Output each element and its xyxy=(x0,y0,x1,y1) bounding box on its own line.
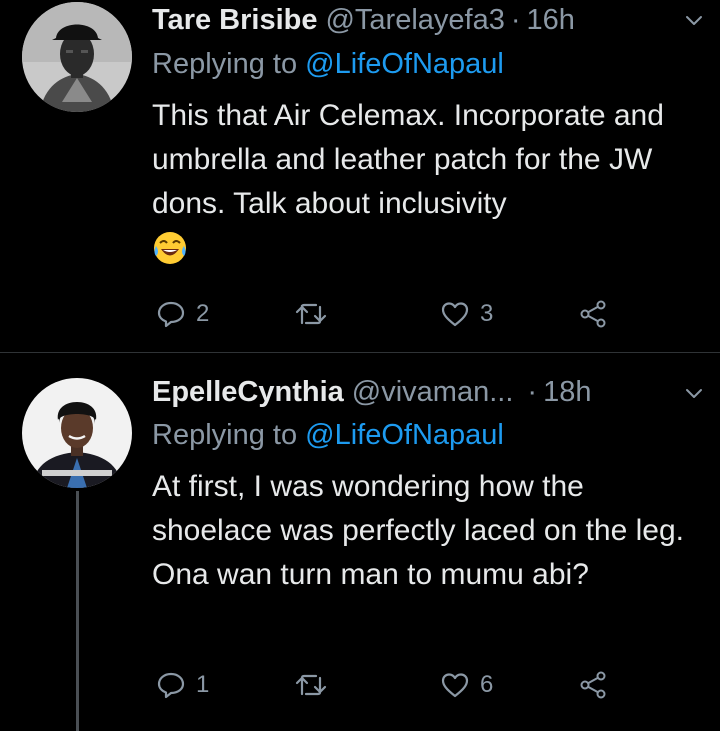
reply-count: 1 xyxy=(196,671,210,698)
reply-icon xyxy=(157,301,185,328)
chevron-down-icon[interactable] xyxy=(682,8,706,32)
tweet-header: Tare Brisibe @Tarelayefa3 · 16h xyxy=(152,0,700,40)
like-count: 3 xyxy=(480,300,494,327)
share-button[interactable] xyxy=(578,667,608,703)
user-handle[interactable]: @Tarelayefa3 xyxy=(325,4,504,37)
thread-line xyxy=(76,491,79,731)
tweet[interactable]: EpelleCynthia @vivaman... · 18h Replying… xyxy=(0,353,720,731)
tweet-actions: 2 3 xyxy=(152,296,622,332)
tweet-actions: 1 6 xyxy=(152,667,622,703)
reply-count: 2 xyxy=(196,300,210,327)
tweet-text-content: This that Air Celemax. Incorporate and u… xyxy=(152,99,664,220)
display-name[interactable]: EpelleCynthia xyxy=(152,376,344,409)
tweet-header: EpelleCynthia @vivaman... · 18h xyxy=(152,372,700,412)
user-handle[interactable]: @vivaman... xyxy=(352,376,514,409)
separator-dot: · xyxy=(527,375,538,408)
reply-icon xyxy=(157,672,185,699)
chevron-down-icon[interactable] xyxy=(682,381,706,405)
avatar[interactable] xyxy=(22,378,132,488)
separator-dot: · xyxy=(510,3,521,36)
tweet-text: This that Air Celemax. Incorporate and u… xyxy=(152,94,712,266)
reply-button[interactable]: 2 xyxy=(156,296,209,332)
like-button[interactable]: 6 xyxy=(440,667,493,703)
replying-to: Replying to @LifeOfNapaul xyxy=(152,419,504,452)
retweet-button[interactable] xyxy=(294,667,338,703)
retweet-button[interactable] xyxy=(294,296,338,332)
replying-to-label: Replying to xyxy=(152,419,298,451)
tweet-text-content: At first, I was wondering how the shoela… xyxy=(152,470,684,591)
retweet-icon xyxy=(295,674,327,696)
timestamp[interactable]: 16h xyxy=(527,4,575,37)
face-with-tears-of-joy-icon xyxy=(154,232,186,264)
tweet-text: At first, I was wondering how the shoela… xyxy=(152,465,712,597)
display-name[interactable]: Tare Brisibe xyxy=(152,4,317,37)
reply-button[interactable]: 1 xyxy=(156,667,209,703)
replying-to-link[interactable]: @LifeOfNapaul xyxy=(305,48,504,80)
replying-to-link[interactable]: @LifeOfNapaul xyxy=(305,419,504,451)
share-icon xyxy=(580,671,606,699)
like-button[interactable]: 3 xyxy=(440,296,493,332)
heart-icon xyxy=(441,302,469,327)
share-button[interactable] xyxy=(578,296,608,332)
avatar[interactable] xyxy=(22,2,132,112)
share-icon xyxy=(580,300,606,328)
tweet[interactable]: Tare Brisibe @Tarelayefa3 · 16h Replying… xyxy=(0,0,720,352)
heart-icon xyxy=(441,673,469,698)
replying-to: Replying to @LifeOfNapaul xyxy=(152,48,504,81)
retweet-icon xyxy=(295,303,327,325)
replying-to-label: Replying to xyxy=(152,48,298,80)
timestamp[interactable]: 18h xyxy=(543,376,591,409)
like-count: 6 xyxy=(480,671,494,698)
